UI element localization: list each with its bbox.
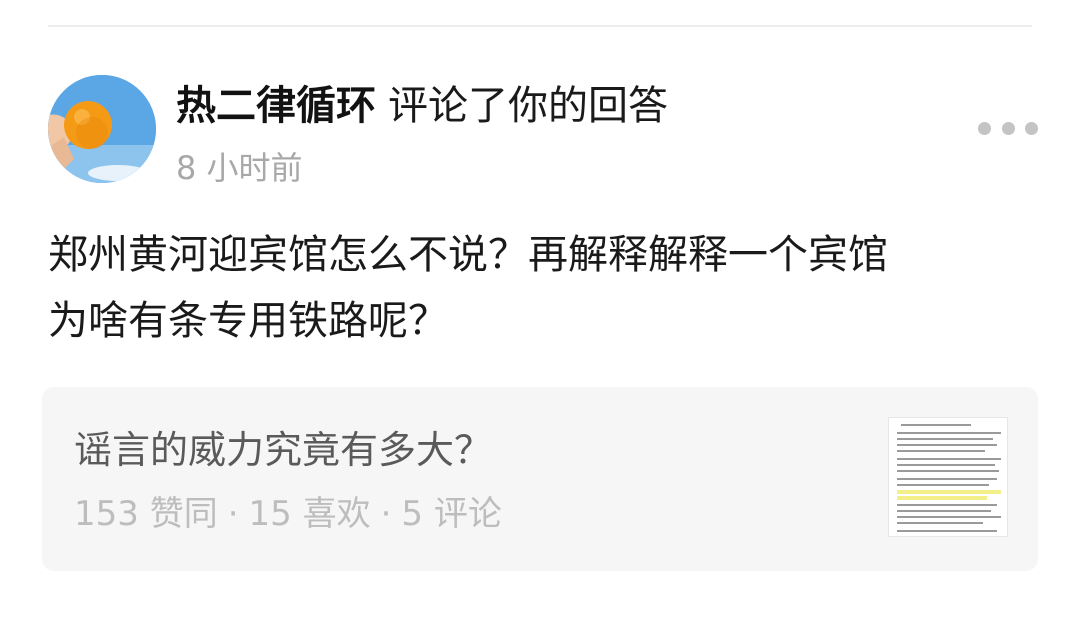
timestamp: 8 小时前 (176, 149, 303, 187)
top-divider (48, 25, 1032, 27)
more-dot-icon (978, 121, 991, 135)
notification-page: 热二律循环 评论了你的回答 8 小时前 郑州黄河迎宾馆怎么不说？再解释解释一个宾馆… (0, 0, 1080, 625)
orange-in-sky-avatar-icon (48, 75, 156, 183)
quoted-answer-title: 谣言的威力究竟有多大？ (74, 428, 493, 472)
stats-separator: · (227, 494, 239, 534)
comments-count: 5 评论 (401, 494, 502, 534)
stats-separator: · (380, 494, 392, 534)
more-dot-icon (1025, 121, 1038, 135)
favorites-count: 15 喜欢 (248, 494, 371, 534)
user-avatar[interactable] (48, 75, 156, 183)
comment-text[interactable]: 郑州黄河迎宾馆怎么不说？再解释解释一个宾馆 为啥有条专用铁路呢？ (48, 222, 1032, 354)
document-thumbnail-icon (888, 417, 1008, 537)
author-name-link[interactable]: 热二律循环 (176, 83, 376, 129)
quoted-answer-card[interactable]: 谣言的威力究竟有多大？ 153 赞同 · 15 喜欢 · 5 评论 (42, 387, 1038, 571)
action-text: 评论了你的回答 (388, 83, 668, 129)
quoted-answer-stats: 153 赞同 · 15 喜欢 · 5 评论 (74, 491, 502, 537)
likes-count: 153 赞同 (74, 494, 218, 534)
more-options-button[interactable] (978, 113, 1038, 143)
notification-header: 热二律循环 评论了你的回答 (176, 78, 668, 138)
more-dot-icon (1001, 121, 1015, 135)
